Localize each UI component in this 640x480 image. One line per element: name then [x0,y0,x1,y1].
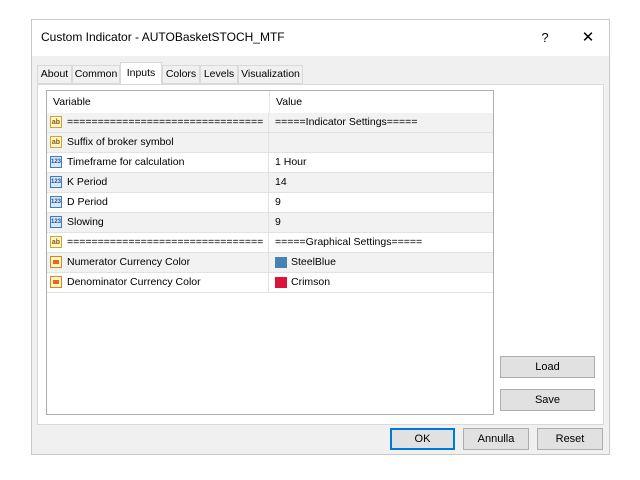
variable-cell: Numerator Currency Color [47,253,269,272]
grid-header: Variable Value [47,91,493,113]
load-button[interactable]: Load [500,356,595,378]
value-cell[interactable]: SteelBlue [270,253,493,272]
variable-value: SteelBlue [291,256,336,268]
table-row[interactable]: ab ================================ ====… [47,113,493,133]
tab-inputs[interactable]: Inputs [120,62,162,85]
color-icon [50,256,62,268]
variable-value: 9 [275,196,281,208]
variable-cell: 123 K Period [47,173,269,192]
tab-levels[interactable]: Levels [200,65,238,84]
string-icon: ab [50,136,62,148]
color-swatch [275,257,287,268]
table-row[interactable]: ab Suffix of broker symbol [47,133,493,153]
variable-name: Timeframe for calculation [67,156,185,168]
variable-value: Crimson [291,276,331,288]
color-swatch [275,277,287,288]
tab-common[interactable]: Common [72,65,120,84]
tab-visualization[interactable]: Visualization [238,65,303,84]
variable-name: Numerator Currency Color [67,256,191,268]
value-cell[interactable]: 1 Hour [270,153,493,172]
variable-name: ================================ [67,116,264,128]
value-cell[interactable]: 9 [270,213,493,232]
variable-cell: 123 Timeframe for calculation [47,153,269,172]
value-cell[interactable] [270,133,493,152]
variable-value: 1 Hour [275,156,307,168]
custom-indicator-dialog: Custom Indicator - AUTOBasketSTOCH_MTF ?… [31,19,610,455]
title-bar: Custom Indicator - AUTOBasketSTOCH_MTF ?… [32,20,609,56]
variable-name: K Period [67,176,108,188]
table-row[interactable]: Numerator Currency Color SteelBlue [47,253,493,273]
variable-name: Denominator Currency Color [67,276,201,288]
table-row[interactable]: ab ================================ ====… [47,233,493,253]
variable-cell: ab ================================ [47,233,269,252]
integer-icon: 123 [50,176,62,188]
variable-cell: ab ================================ [47,113,269,132]
value-cell[interactable]: Crimson [270,273,493,292]
variable-name: D Period [67,196,108,208]
variable-cell: 123 D Period [47,193,269,212]
reset-button[interactable]: Reset [537,428,603,450]
column-header-value[interactable]: Value [270,91,493,113]
table-row[interactable]: 123 K Period 14 [47,173,493,193]
table-row[interactable]: 123 Slowing 9 [47,213,493,233]
variable-value: =====Graphical Settings===== [275,236,423,248]
variable-value: =====Indicator Settings===== [275,116,418,128]
tab-about[interactable]: About [37,65,72,84]
variable-cell: ab Suffix of broker symbol [47,133,269,152]
variable-cell: Denominator Currency Color [47,273,269,292]
value-cell[interactable]: 9 [270,193,493,212]
integer-icon: 123 [50,156,62,168]
variable-value: 14 [275,176,287,188]
close-icon[interactable]: ✕ [577,28,599,48]
value-cell[interactable]: 14 [270,173,493,192]
variable-value: 9 [275,216,281,228]
color-icon [50,276,62,288]
value-cell[interactable]: =====Indicator Settings===== [270,113,493,132]
inputs-panel: Variable Value ab ======================… [37,84,604,425]
value-cell[interactable]: =====Graphical Settings===== [270,233,493,252]
ok-button[interactable]: OK [390,428,455,450]
table-row[interactable]: 123 D Period 9 [47,193,493,213]
integer-icon: 123 [50,216,62,228]
variable-name: Suffix of broker symbol [67,136,174,148]
variable-name: ================================ [67,236,264,248]
integer-icon: 123 [50,196,62,208]
string-icon: ab [50,116,62,128]
help-button[interactable]: ? [534,28,556,48]
tab-colors[interactable]: Colors [162,65,200,84]
table-row[interactable]: Denominator Currency Color Crimson [47,273,493,293]
string-icon: ab [50,236,62,248]
window-title: Custom Indicator - AUTOBasketSTOCH_MTF [41,30,285,44]
inputs-grid[interactable]: Variable Value ab ======================… [46,90,494,415]
table-row[interactable]: 123 Timeframe for calculation 1 Hour [47,153,493,173]
variable-cell: 123 Slowing [47,213,269,232]
cancel-button[interactable]: Annulla [463,428,529,450]
save-button[interactable]: Save [500,389,595,411]
column-header-variable[interactable]: Variable [47,91,269,113]
variable-name: Slowing [67,216,104,228]
